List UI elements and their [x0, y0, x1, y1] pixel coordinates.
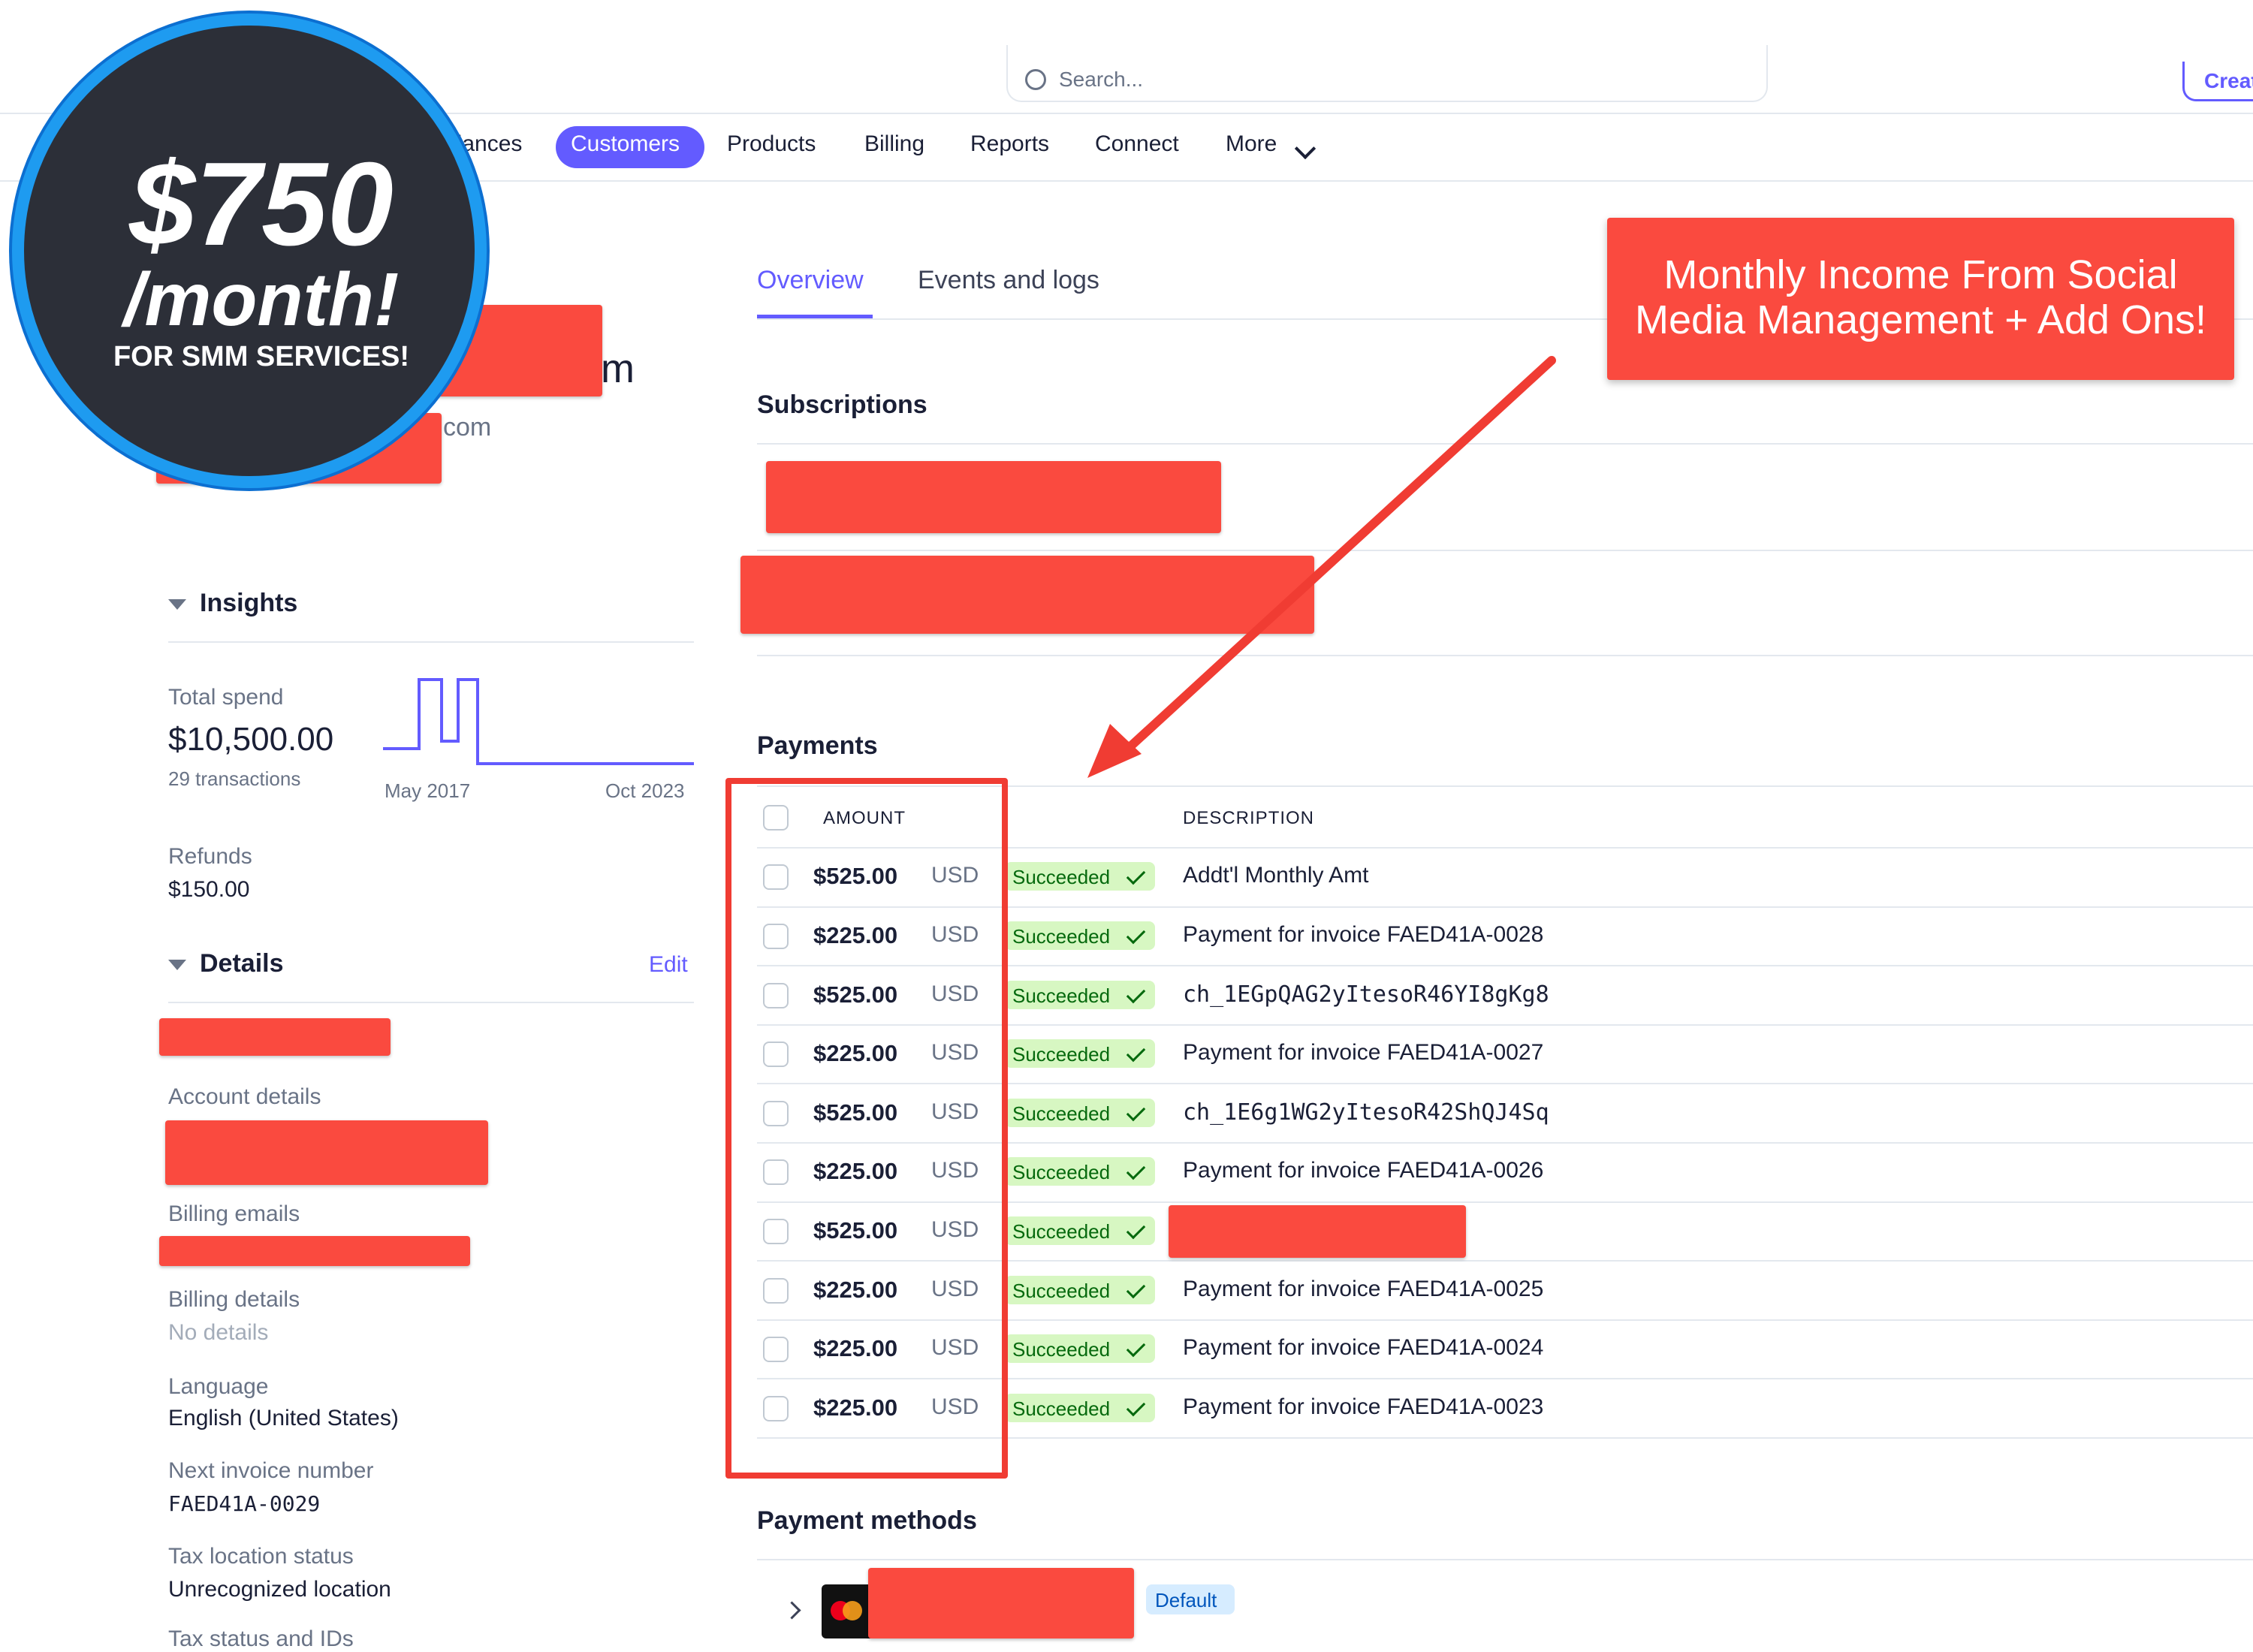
promo-price: $750	[129, 138, 394, 270]
amount-highlight-frame	[725, 778, 1008, 1479]
income-callout-text: Monthly Income From Social Media Managem…	[1635, 252, 2206, 342]
promo-badge: $750 /month! FOR SMM SERVICES!	[12, 14, 487, 488]
arrow-head	[1087, 724, 1142, 778]
promo-subtitle: FOR SMM SERVICES!	[113, 341, 410, 372]
arrow-shaft	[1114, 356, 1556, 761]
income-callout: Monthly Income From Social Media Managem…	[1607, 218, 2234, 380]
promo-period: /month!	[123, 258, 400, 342]
